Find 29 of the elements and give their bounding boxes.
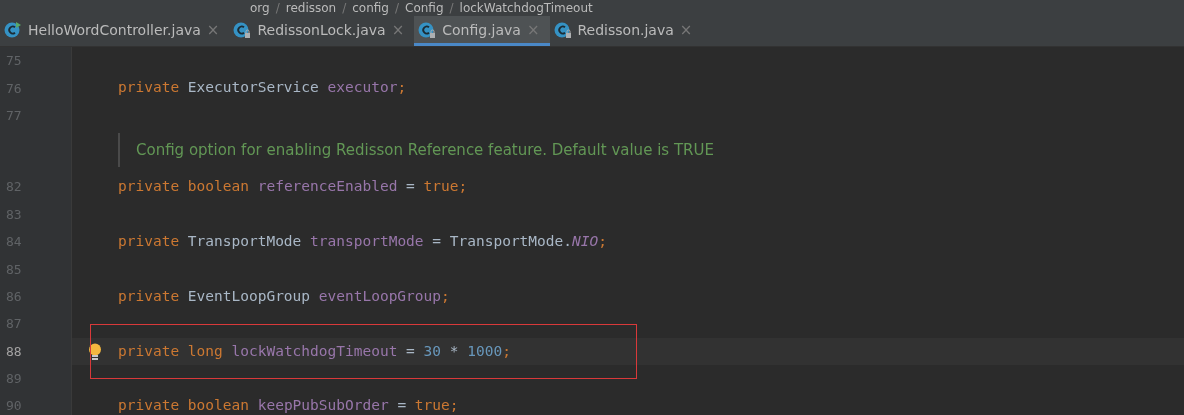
separator-icon: /	[342, 1, 347, 15]
tab-label: HelloWordController.java	[28, 21, 201, 38]
class-icon	[553, 20, 572, 39]
breadcrumb-item[interactable]: Config	[405, 1, 444, 15]
lightbulb-icon[interactable]	[88, 342, 102, 361]
doc-comment: Config option for enabling Redisson Reference feature. Default value is TRUE	[118, 133, 714, 168]
code-line: private long lockWatchdogTimeout = 30 * 1000;	[118, 341, 511, 361]
code-line: private boolean referenceEnabled = true;	[118, 177, 468, 197]
file-tab[interactable]: Redisson.java ×	[549, 16, 703, 46]
tab-label: Config.java	[442, 21, 521, 38]
tab-label: Redisson.java	[577, 21, 674, 38]
separator-icon: /	[275, 1, 280, 15]
code-line: private ExecutorService executor;	[118, 78, 407, 98]
file-tab[interactable]: HelloWordController.java ×	[0, 16, 230, 46]
breadcrumb-item[interactable]: redisson	[285, 1, 337, 15]
breadcrumb-item[interactable]: org	[250, 1, 270, 15]
code-line: private boolean keepPubSubOrder = true;	[118, 396, 459, 415]
file-tab[interactable]: RedissonLock.java ×	[229, 16, 415, 46]
separator-icon: /	[449, 1, 454, 15]
class-icon	[233, 20, 252, 39]
tab-label: RedissonLock.java	[257, 21, 386, 38]
code-line: private TransportMode transportMode = TransportMode.NIO;	[118, 231, 607, 251]
code-line: private EventLoopGroup eventLoopGroup;	[118, 286, 450, 306]
class-icon	[4, 20, 22, 39]
breadcrumb-item[interactable]: lockWatchdogTimeout	[459, 1, 593, 15]
file-tab[interactable]: Config.java ×	[414, 16, 550, 46]
separator-icon: /	[395, 1, 400, 15]
breadcrumb-item[interactable]: config	[352, 1, 389, 15]
class-icon	[418, 20, 437, 39]
